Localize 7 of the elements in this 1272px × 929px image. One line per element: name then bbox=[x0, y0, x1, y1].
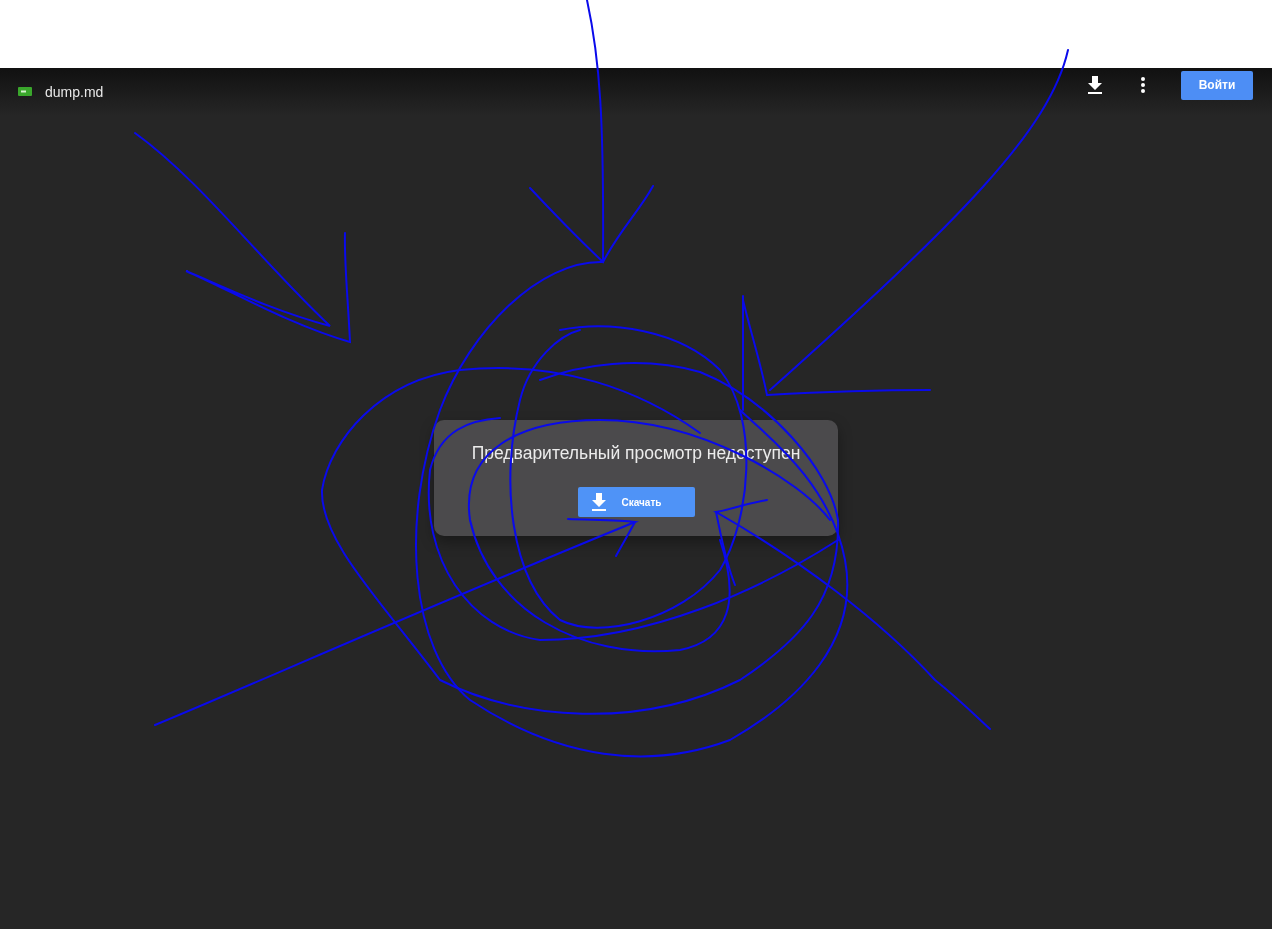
file-icon bbox=[18, 87, 32, 97]
sign-in-button[interactable]: Войти bbox=[1181, 70, 1253, 100]
download-icon bbox=[590, 493, 607, 511]
download-button[interactable]: Скачать bbox=[577, 487, 695, 517]
file-name: dump.md bbox=[45, 84, 104, 100]
download-icon[interactable] bbox=[1087, 76, 1103, 94]
more-options-icon[interactable] bbox=[1141, 77, 1145, 93]
